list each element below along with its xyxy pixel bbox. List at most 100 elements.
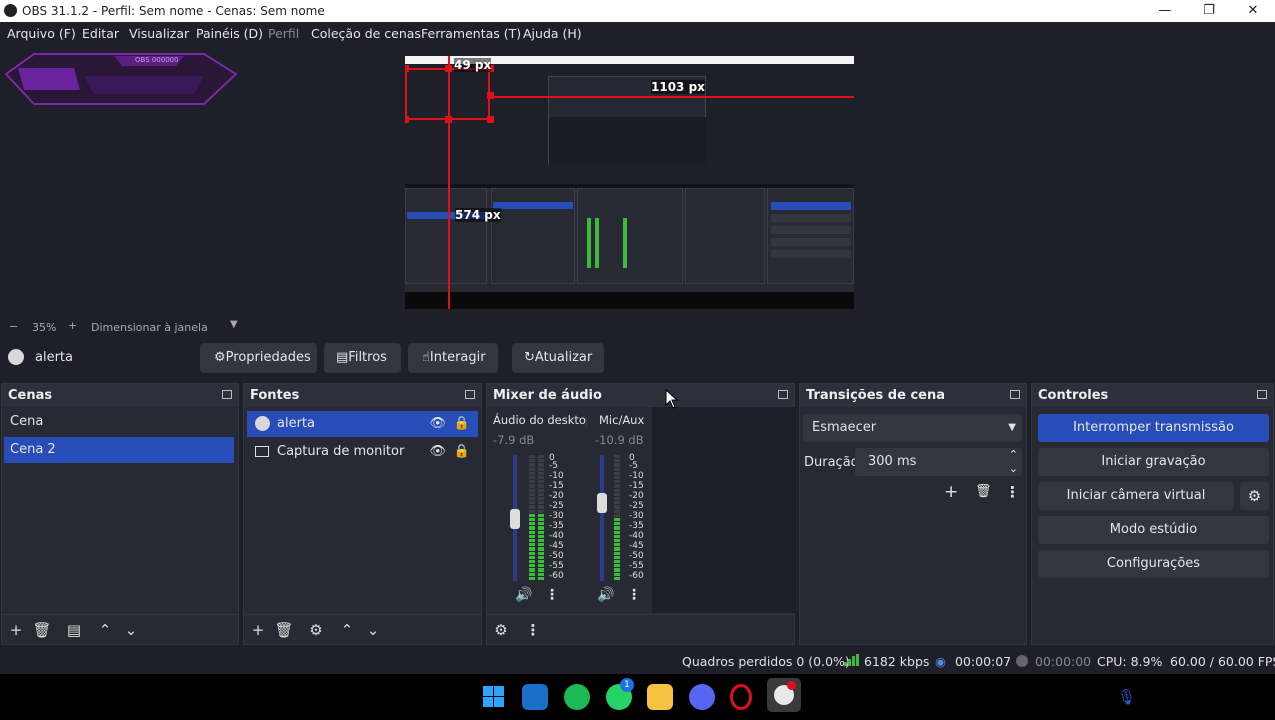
spotify-icon[interactable] xyxy=(564,684,590,710)
add-icon[interactable]: + xyxy=(6,620,26,640)
zoom-in-button[interactable]: + xyxy=(68,319,77,332)
interact-button[interactable]: ☝Interagir xyxy=(408,343,498,373)
advanced-audio-icon[interactable]: ⚙ xyxy=(491,620,511,640)
microphone-icon[interactable]: 🎙 xyxy=(1117,688,1136,706)
studio-mode-button[interactable]: Modo estúdio xyxy=(1038,516,1269,544)
eye-icon[interactable]: 👁 xyxy=(429,439,446,465)
trash-icon[interactable]: 🗑 xyxy=(32,620,52,640)
refresh-button[interactable]: ↻Atualizar xyxy=(512,343,604,373)
undock-icon[interactable] xyxy=(1010,390,1020,399)
filter-icon: ▤ xyxy=(336,350,349,365)
mixer-title: Mixer de áudio xyxy=(487,384,794,407)
chevron-up-icon[interactable]: ⌃ xyxy=(95,620,115,640)
meter-segment xyxy=(614,501,620,505)
selection-box[interactable] xyxy=(405,68,490,120)
start-virtual-camera-button[interactable]: Iniciar câmera virtual xyxy=(1038,482,1234,510)
guide-label-right: 1103 px xyxy=(651,80,705,94)
add-icon[interactable]: + xyxy=(248,620,268,640)
mixer-channel-mic: Mic/Aux -10.9 dB 0 -5 -10 -15 -20 -25 -30 -35 -4… xyxy=(587,407,651,613)
source-item-alerta[interactable]: alerta 👁 🔒 xyxy=(247,411,478,437)
meter-segment xyxy=(538,476,544,480)
start-recording-button[interactable]: Iniciar gravação xyxy=(1038,448,1269,476)
meter-segment xyxy=(538,568,544,572)
meter-segment xyxy=(529,530,535,534)
menu-colecao-de-cenas[interactable]: Coleção de cenas xyxy=(311,26,421,41)
meter-segment xyxy=(529,484,535,488)
lock-icon[interactable]: 🔒 xyxy=(454,411,470,437)
volume-slider-track[interactable] xyxy=(600,455,604,581)
scene-item-selected[interactable]: Cena 2 xyxy=(4,437,234,463)
stop-streaming-button[interactable]: Interromper transmissão xyxy=(1038,414,1269,442)
virtual-camera-settings-icon[interactable]: ⚙ xyxy=(1240,482,1269,510)
obs-taskbar-button[interactable] xyxy=(767,678,801,712)
speaker-icon[interactable]: 🔊 xyxy=(597,587,614,603)
more-icon[interactable]: ⋮ xyxy=(627,587,641,603)
settings-button[interactable]: Configurações xyxy=(1038,550,1269,578)
windows-start-icon[interactable] xyxy=(481,684,507,710)
meter-segment xyxy=(538,518,544,522)
store-icon[interactable] xyxy=(522,684,548,710)
zoom-mode-select[interactable]: Dimensionar à janela xyxy=(91,321,208,334)
meter-segment xyxy=(538,497,544,501)
meter-segment xyxy=(614,488,620,492)
filter-icon[interactable]: ▤ xyxy=(64,620,84,640)
add-icon[interactable]: + xyxy=(944,482,958,502)
meter-segment xyxy=(538,488,544,492)
trash-icon[interactable]: 🗑 xyxy=(975,484,992,499)
menu-ferramentas[interactable]: Ferramentas (T) xyxy=(421,26,521,41)
duration-spinbox[interactable]: 300 ms ⌃ ⌄ xyxy=(855,448,1022,476)
more-icon[interactable]: ⋮ xyxy=(523,620,543,640)
whatsapp-icon[interactable]: 1 xyxy=(606,678,634,710)
meter-segment xyxy=(614,455,620,459)
meter-segment xyxy=(538,564,544,568)
more-icon[interactable]: ⋮ xyxy=(1005,483,1020,501)
file-explorer-icon[interactable] xyxy=(647,684,673,710)
opera-icon[interactable] xyxy=(730,684,752,710)
zoom-out-button[interactable]: − xyxy=(9,320,18,333)
menu-perfil[interactable]: Perfil xyxy=(268,26,299,41)
meter-segment xyxy=(614,564,620,568)
gear-icon[interactable]: ⚙ xyxy=(306,620,326,640)
alert-overlay-graphic xyxy=(4,53,238,105)
chevron-down-icon[interactable]: ▼ xyxy=(230,319,238,330)
meter-segment xyxy=(529,572,535,576)
undock-icon[interactable] xyxy=(778,390,788,399)
menu-arquivo[interactable]: Arquivo (F) xyxy=(7,26,76,41)
undock-icon[interactable] xyxy=(1257,390,1267,399)
close-button[interactable]: ✕ xyxy=(1231,0,1275,22)
minimize-button[interactable]: — xyxy=(1143,0,1187,22)
preview-canvas[interactable]: 49 px 1103 px 574 px xyxy=(405,56,854,309)
speaker-icon[interactable]: 🔊 xyxy=(515,587,532,603)
channel-db: -7.9 dB xyxy=(493,433,535,447)
chevron-up-icon[interactable]: ⌃ xyxy=(337,620,357,640)
meter-segment xyxy=(529,505,535,509)
sources-title: Fontes xyxy=(244,384,481,407)
eye-icon[interactable]: 👁 xyxy=(429,411,446,437)
menu-ajuda[interactable]: Ajuda (H) xyxy=(523,26,582,41)
undock-icon[interactable] xyxy=(222,390,232,399)
duration-label: Duração xyxy=(804,455,859,470)
chevron-down-icon[interactable]: ⌄ xyxy=(363,620,383,640)
maximize-button[interactable]: ❐ xyxy=(1187,0,1231,22)
menu-paineis[interactable]: Painéis (D) xyxy=(196,26,263,41)
chevron-down-icon[interactable]: ⌄ xyxy=(121,620,141,640)
filters-button[interactable]: ▤Filtros xyxy=(324,343,401,373)
chevron-down-icon[interactable]: ⌄ xyxy=(1009,455,1018,483)
discord-icon[interactable] xyxy=(689,684,715,710)
volume-slider-handle[interactable] xyxy=(597,493,607,513)
meter-segment xyxy=(538,459,544,463)
meter-segment xyxy=(614,572,620,576)
meter-segment xyxy=(538,492,544,496)
menu-visualizar[interactable]: Visualizar xyxy=(129,26,189,41)
menu-editar[interactable]: Editar xyxy=(82,26,119,41)
undock-icon[interactable] xyxy=(465,390,475,399)
channel-name: Mic/Aux xyxy=(599,413,645,427)
properties-button[interactable]: ⚙Propriedades xyxy=(200,343,317,373)
more-icon[interactable]: ⋮ xyxy=(545,587,559,603)
source-item-monitor[interactable]: Captura de monitor 👁 🔒 xyxy=(247,439,478,465)
volume-slider-handle[interactable] xyxy=(510,509,520,529)
transition-select[interactable]: Esmaecer ▼ xyxy=(803,414,1022,442)
lock-icon[interactable]: 🔒 xyxy=(454,439,470,465)
scene-item[interactable]: Cena xyxy=(4,409,234,435)
trash-icon[interactable]: 🗑 xyxy=(274,620,294,640)
